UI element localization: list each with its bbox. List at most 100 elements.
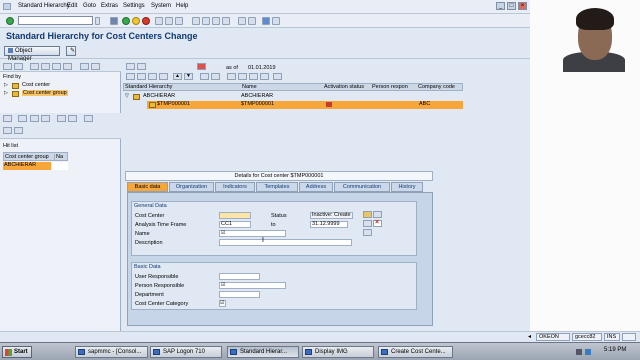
layout-icon[interactable] (91, 63, 100, 70)
exit-icon[interactable] (132, 17, 140, 25)
hitlist-layout-icon[interactable] (3, 127, 12, 134)
new-session-icon[interactable] (238, 17, 246, 25)
toggle-button[interactable]: ✎ (66, 46, 76, 56)
menu-standard-hierarchy[interactable]: Standard Hierarchy (18, 3, 70, 9)
settings-icon[interactable] (80, 63, 89, 70)
tray-speaker-icon[interactable] (576, 349, 582, 355)
menu-help[interactable]: Help (176, 3, 188, 9)
move-down-icon[interactable]: ▼ (184, 73, 193, 80)
sap-window-icon[interactable] (3, 3, 11, 10)
status-info-icon[interactable] (363, 211, 372, 218)
hitlist-filter-icon[interactable] (57, 115, 66, 122)
tab-indicators[interactable]: Indicators (215, 182, 255, 192)
hitlist-export-icon[interactable] (84, 115, 93, 122)
col-standard-hierarchy[interactable]: Standard Hierarchy (125, 84, 172, 90)
tab-communication[interactable]: Communication (334, 182, 390, 192)
create-sub-icon[interactable] (137, 73, 146, 80)
move-up-icon[interactable]: ▲ (173, 73, 182, 80)
tree-row[interactable]: ▽ ABCHIERAR ABCHIERAR (123, 93, 463, 101)
time-frame-from-field[interactable]: CC1 (219, 221, 251, 228)
cost-center-field[interactable] (219, 212, 251, 219)
tree-item-cost-center-group[interactable]: ▷ Cost center group (3, 90, 118, 98)
maximize-icon[interactable]: □ (507, 2, 516, 10)
back-arrow-icon[interactable] (126, 63, 135, 70)
minimize-icon[interactable]: _ (496, 2, 505, 10)
time-frame-to-field[interactable]: 31.12.9999 (310, 221, 348, 228)
col-person-responsible[interactable]: Person respon (372, 84, 408, 90)
expand-icon[interactable] (52, 63, 61, 70)
task-sap-logon[interactable]: SAP Logon 710 (150, 346, 222, 358)
name-checkbox-icon[interactable]: ☑ (221, 230, 225, 236)
delimit-icon[interactable] (363, 220, 372, 227)
previous-page-icon[interactable] (202, 17, 210, 25)
cancel-icon[interactable] (142, 17, 150, 25)
expand-arrow-icon[interactable]: ▷ (4, 90, 8, 96)
task-create-cost-center[interactable]: Create Cost Cente... (378, 346, 453, 358)
tab-organization[interactable]: Organization (169, 182, 214, 192)
department-field[interactable] (219, 291, 260, 298)
enter-icon[interactable] (6, 17, 14, 25)
hit-list-row[interactable]: ABCHIERAR (3, 162, 68, 170)
collapse-all-icon[interactable] (238, 73, 247, 80)
copy-icon[interactable] (148, 73, 157, 80)
forward-arrow-icon[interactable] (137, 63, 146, 70)
save-icon[interactable] (110, 17, 118, 25)
next-page-icon[interactable] (212, 17, 220, 25)
menu-system[interactable]: System (151, 3, 171, 9)
tab-address[interactable]: Address (299, 182, 333, 192)
column-layout-icon[interactable] (273, 73, 282, 80)
hitlist-find-icon[interactable] (30, 115, 39, 122)
description-field[interactable] (219, 239, 352, 246)
first-page-icon[interactable] (192, 17, 200, 25)
collapse-icon[interactable] (41, 63, 50, 70)
status-triangle-icon[interactable]: ◂ (528, 333, 531, 340)
task-standard-hierarchy[interactable]: Standard Hierar... (227, 346, 299, 358)
find-icon[interactable] (165, 17, 173, 25)
calendar-icon[interactable] (197, 63, 206, 70)
category-checkbox-icon[interactable]: ☑ (220, 300, 224, 306)
forward-nav-icon[interactable] (14, 63, 23, 70)
hitlist-details-icon[interactable] (18, 115, 27, 122)
shortcut-icon[interactable] (248, 17, 256, 25)
name-field[interactable] (219, 230, 286, 237)
expand-arrow-icon[interactable]: ▷ (4, 82, 8, 88)
tab-templates[interactable]: Templates (256, 182, 298, 192)
tray-network-icon[interactable] (585, 349, 591, 355)
col-name[interactable]: Name (242, 84, 257, 90)
hitlist-print-icon[interactable] (14, 127, 23, 134)
calendar-picker-icon[interactable] (363, 229, 372, 236)
create-icon[interactable] (126, 73, 135, 80)
command-field[interactable] (18, 16, 93, 25)
help-icon[interactable] (262, 17, 270, 25)
object-manager-button[interactable]: Object Manager (4, 46, 60, 62)
close-icon[interactable]: × (518, 2, 527, 10)
hitlist-select-icon[interactable] (3, 115, 12, 122)
expand-all-icon[interactable] (227, 73, 236, 80)
tab-history[interactable]: History (391, 182, 423, 192)
print-icon[interactable] (155, 17, 163, 25)
collapse-node-icon[interactable]: ▽ (125, 93, 129, 99)
tab-basic-data[interactable]: Basic data (127, 182, 168, 192)
user-responsible-field[interactable] (219, 273, 260, 280)
cut-icon[interactable] (200, 73, 209, 80)
menu-extras[interactable]: Extras (101, 3, 118, 9)
col-activation-status[interactable]: Activation status (324, 84, 364, 90)
select-icon[interactable] (30, 63, 39, 70)
person-responsible-field[interactable] (219, 282, 286, 289)
delete-icon[interactable] (159, 73, 168, 80)
filter-icon[interactable] (63, 63, 72, 70)
menu-goto[interactable]: Goto (83, 3, 96, 9)
menu-edit[interactable]: Edit (67, 3, 77, 9)
clock[interactable]: 5:19 PM (604, 347, 626, 353)
status-help-icon[interactable] (373, 211, 382, 218)
menu-settings[interactable]: Settings (123, 3, 145, 9)
hitlist-sum-icon[interactable] (68, 115, 77, 122)
find-next-tree-icon[interactable] (260, 73, 269, 80)
tree-item-cost-center[interactable]: ▷ Cost center (3, 82, 118, 90)
delete-red-icon[interactable]: × (373, 219, 382, 227)
back-icon[interactable] (122, 17, 130, 25)
back-nav-icon[interactable] (3, 63, 12, 70)
col-company-code[interactable]: Company code (418, 84, 455, 90)
task-display-img[interactable]: Display IMG (302, 346, 374, 358)
tree-row-selected[interactable]: $TMP000001 $TMP000001 ABC (147, 101, 463, 109)
